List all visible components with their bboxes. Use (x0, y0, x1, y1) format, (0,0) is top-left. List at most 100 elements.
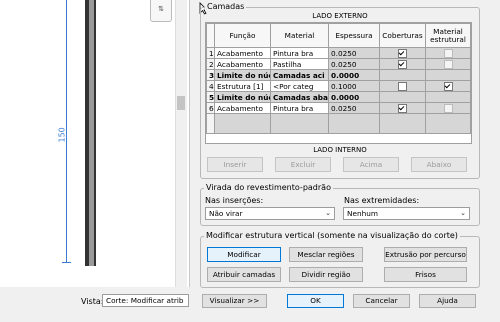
empty-cell (328, 113, 380, 134)
sweeps-button[interactable]: Extrusão por percurso (384, 247, 467, 262)
cell-funcao[interactable]: Estrutura [1] (214, 80, 271, 92)
scrollbar-thumb[interactable] (177, 96, 185, 110)
table-row[interactable]: 1 Acabamento Pintura bra 0.0250 (206, 47, 471, 59)
cell-material[interactable]: Camadas abai (270, 91, 329, 103)
cell-material[interactable]: Pintura bra (270, 102, 329, 114)
table-row[interactable]: 2 Acabamento Pastilha 0.0250 (206, 58, 471, 70)
delete-button[interactable]: Excluir (275, 157, 331, 172)
wall-layer-line (94, 0, 96, 266)
cell-espessura[interactable]: 0.0000 (328, 69, 380, 81)
cell-espessura[interactable]: 0.1000 (328, 80, 380, 92)
col-header-material[interactable]: Material (270, 23, 329, 48)
preview-toggle-button[interactable]: ⇅ (150, 0, 172, 22)
cell-coberturas[interactable] (379, 69, 426, 81)
cell-espessura[interactable]: 0.0000 (328, 91, 380, 103)
cell-estrutural[interactable] (425, 47, 471, 59)
empty-cell (214, 113, 271, 134)
cell-funcao[interactable]: Acabamento (214, 47, 271, 59)
row-number[interactable]: 5 (206, 91, 215, 103)
table-row[interactable]: 5 Limite do núc Camadas abai 0.0000 (206, 91, 471, 103)
cell-coberturas[interactable] (379, 80, 426, 92)
layers-group-label: Camadas (205, 2, 247, 11)
row-number[interactable]: 2 (206, 58, 215, 70)
insert-button[interactable]: Inserir (207, 157, 263, 172)
chevron-down-icon: ⌄ (460, 209, 466, 217)
col-header-funcao[interactable]: Função (214, 23, 271, 48)
cell-material[interactable]: Camadas aci (270, 69, 329, 81)
modify-group-label: Modificar estrutura vertical (somente na… (204, 231, 460, 240)
wrap-group-label: Virada do revestimento-padrão (204, 183, 333, 192)
row-number[interactable]: 6 (206, 102, 215, 114)
cell-espessura[interactable]: 0.0250 (328, 47, 380, 59)
inserts-select[interactable]: Não virar ⌄ (205, 207, 335, 220)
empty-cell (206, 113, 215, 134)
cell-estrutural[interactable] (425, 69, 471, 81)
cell-funcao[interactable]: Acabamento (214, 102, 271, 114)
empty-cell (379, 113, 426, 134)
assign-layers-button[interactable]: Atribuir camadas (207, 267, 281, 282)
outer-side-caption: LADO EXTERNO (312, 12, 368, 20)
preview-button[interactable]: Visualizar >> (202, 294, 267, 308)
cell-material[interactable]: Pintura bra (270, 47, 329, 59)
cell-coberturas[interactable] (379, 91, 426, 103)
inserts-label: Nas inserções: (205, 196, 264, 205)
cell-coberturas[interactable] (379, 47, 426, 59)
move-down-button[interactable]: Abaixo (411, 157, 467, 172)
coberturas-checkbox[interactable] (398, 81, 407, 91)
cell-coberturas[interactable] (379, 58, 426, 70)
cell-espessura[interactable]: 0.0250 (328, 102, 380, 114)
view-select[interactable]: Corte: Modificar atrib (102, 294, 189, 307)
empty-cell (270, 113, 329, 134)
coberturas-checkbox[interactable] (398, 103, 407, 113)
empty-cell (425, 113, 471, 134)
cell-funcao[interactable]: Limite do núc (214, 69, 271, 81)
coberturas-checkbox[interactable] (398, 48, 407, 58)
merge-regions-button[interactable]: Mesclar regiões (289, 247, 363, 262)
estrutural-checkbox[interactable] (443, 59, 453, 69)
modify-button[interactable]: Modificar (207, 247, 281, 262)
cell-material[interactable]: <Por categ (270, 80, 329, 92)
coberturas-checkbox[interactable] (398, 59, 407, 69)
cell-coberturas[interactable] (379, 102, 426, 114)
table-row-empty (206, 113, 471, 134)
view-label: Vista: (81, 297, 104, 306)
cell-estrutural[interactable] (425, 91, 471, 103)
view-select-value: Corte: Modificar atrib (106, 296, 184, 305)
dimension-text: 150 (57, 127, 67, 143)
split-region-button[interactable]: Dividir região (289, 267, 363, 282)
col-header-coberturas[interactable]: Coberturas (379, 23, 426, 48)
cancel-button[interactable]: Cancelar (353, 294, 410, 308)
cell-espessura[interactable]: 0.0250 (328, 58, 380, 70)
table-row[interactable]: 4 Estrutura [1] <Por categ 0.1000 (206, 80, 471, 92)
cell-estrutural[interactable] (425, 80, 471, 92)
ends-select[interactable]: Nenhum ⌄ (343, 207, 470, 220)
table-row[interactable]: 3 Limite do núc Camadas aci 0.0000 (206, 69, 471, 81)
preview-scrollbar[interactable] (175, 0, 187, 287)
ends-select-value: Nenhum (347, 209, 378, 218)
cell-funcao[interactable]: Acabamento (214, 58, 271, 70)
cell-funcao[interactable]: Limite do núc (214, 91, 271, 103)
inserts-select-value: Não virar (209, 209, 243, 218)
estrutural-checkbox[interactable] (443, 103, 453, 113)
col-header-material-estrutural[interactable]: Material estrutural (425, 23, 471, 48)
ends-label: Nas extremidades: (344, 196, 420, 205)
cell-estrutural[interactable] (425, 58, 471, 70)
dimension-tick (62, 262, 71, 263)
inner-side-caption: LADO INTERNO (313, 146, 367, 154)
table-row[interactable]: 6 Acabamento Pintura bra 0.0250 (206, 102, 471, 114)
help-button[interactable]: Ajuda (419, 294, 476, 308)
layers-table: Função Material Espessura Coberturas Mat… (206, 23, 471, 134)
row-number[interactable]: 3 (206, 69, 215, 81)
row-number[interactable]: 4 (206, 80, 215, 92)
col-header-espessura[interactable]: Espessura (328, 23, 380, 48)
ok-button[interactable]: OK (287, 294, 344, 308)
cell-estrutural[interactable] (425, 102, 471, 114)
row-number[interactable]: 1 (206, 47, 215, 59)
estrutural-checkbox[interactable] (443, 81, 453, 91)
reveals-button[interactable]: Frisos (384, 267, 467, 282)
move-up-button[interactable]: Acima (343, 157, 399, 172)
cell-material[interactable]: Pastilha (270, 58, 329, 70)
estrutural-checkbox[interactable] (443, 48, 453, 58)
col-header-index[interactable] (206, 23, 215, 48)
chevron-down-icon: ⌄ (325, 209, 331, 217)
